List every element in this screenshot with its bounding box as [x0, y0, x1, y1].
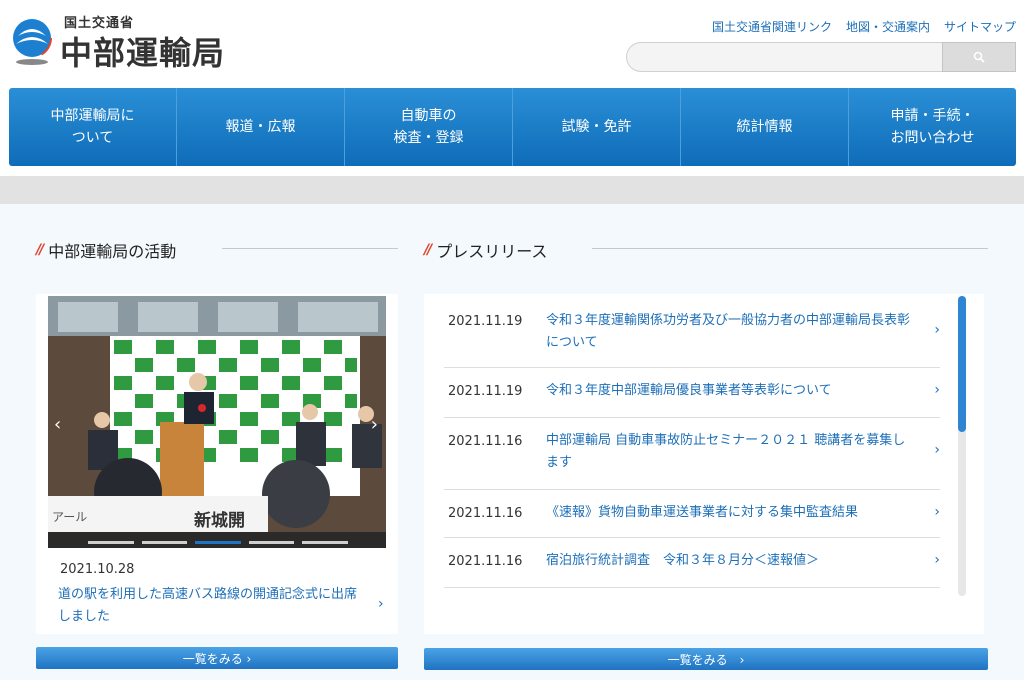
press-item[interactable]: 2021.11.16 宿泊旅行統計調査 令和３年８月分＜速報値＞ ›	[444, 538, 940, 588]
press-link[interactable]: 中部運輸局 自動車事故防止セミナー２０２１ 聴講者を募集します	[546, 430, 916, 474]
chevron-right-icon: ›	[934, 504, 940, 520]
press-link[interactable]: 令和３年度運輸関係功労者及び一般協力者の中部運輸局長表彰について	[546, 310, 916, 354]
utility-links: 国土交通省関連リンク 地図・交通案内 サイトマップ	[712, 18, 1016, 35]
activities-more-button[interactable]: 一覧をみる ›	[36, 647, 398, 669]
chevron-right-icon: ›	[934, 442, 940, 458]
press-more-button[interactable]: 一覧をみる ›	[424, 648, 988, 670]
slider-dot-active[interactable]	[195, 541, 241, 544]
press-date: 2021.11.19	[448, 384, 523, 399]
nav-exams-licenses[interactable]: 試験・免許	[513, 88, 681, 166]
nav-about[interactable]: 中部運輸局に ついて	[9, 88, 177, 166]
slider-next-icon[interactable]: ›	[371, 414, 378, 435]
photo-sign-left: アール	[52, 510, 88, 524]
press-link[interactable]: 《速報》貨物自動車運送事業者に対する集中監査結果	[546, 502, 916, 524]
activity-photo-slider[interactable]: アール 新城開 ‹ ›	[48, 296, 386, 548]
util-link-access[interactable]: 地図・交通案内	[846, 18, 930, 35]
press-title: プレスリリース	[436, 242, 548, 261]
activities-heading: // 中部運輸局の活動	[36, 238, 176, 262]
press-heading: // プレスリリース	[424, 238, 547, 262]
activity-title-link[interactable]: 道の駅を利用した高速バス路線の開通記念式に出席しました	[58, 584, 364, 628]
slider-dot[interactable]	[141, 541, 188, 544]
divider-band	[0, 176, 1024, 204]
heading-slash-icon: //	[36, 242, 44, 258]
search-input[interactable]	[626, 42, 942, 72]
press-item[interactable]: 2021.11.16 中部運輸局 自動車事故防止セミナー２０２１ 聴講者を募集し…	[444, 418, 940, 490]
press-link[interactable]: 令和３年度中部運輸局優良事業者等表彰について	[546, 380, 916, 402]
search-icon	[973, 51, 985, 63]
press-date: 2021.11.16	[448, 506, 523, 521]
chevron-right-icon: ›	[934, 322, 940, 338]
press-date: 2021.11.16	[448, 434, 523, 449]
heading-slash-icon: //	[424, 242, 432, 258]
nav-press[interactable]: 報道・広報	[177, 88, 345, 166]
site-header: 国土交通省 中部運輸局 国土交通省関連リンク 地図・交通案内 サイトマップ	[0, 0, 1024, 86]
press-date: 2021.11.16	[448, 554, 523, 569]
photo-sign: 新城開	[194, 511, 245, 531]
slider-dot[interactable]	[302, 541, 348, 544]
slider-dots	[88, 541, 348, 544]
search-box	[626, 42, 1016, 72]
press-date: 2021.11.19	[448, 314, 523, 329]
chevron-right-icon: ›	[934, 382, 940, 398]
press-item[interactable]: 2021.11.19 令和３年度運輸関係功労者及び一般協力者の中部運輸局長表彰に…	[444, 296, 940, 368]
mlit-logo-icon	[12, 18, 52, 65]
slider-prev-icon[interactable]: ‹	[54, 414, 61, 435]
press-list: 2021.11.19 令和３年度運輸関係功労者及び一般協力者の中部運輸局長表彰に…	[444, 296, 940, 596]
activity-date: 2021.10.28	[60, 562, 135, 577]
activities-heading-rule	[222, 248, 398, 249]
util-link-sitemap[interactable]: サイトマップ	[944, 18, 1016, 35]
activities-title: 中部運輸局の活動	[48, 242, 177, 261]
press-heading-rule	[592, 248, 988, 249]
press-link[interactable]: 宿泊旅行統計調査 令和３年８月分＜速報値＞	[546, 550, 916, 572]
press-scrollbar-thumb[interactable]	[958, 296, 966, 432]
press-item[interactable]: 2021.11.16 《速報》貨物自動車運送事業者に対する集中監査結果 ›	[444, 490, 940, 538]
search-button[interactable]	[942, 42, 1016, 72]
chevron-right-icon: ›	[378, 596, 384, 612]
nav-statistics[interactable]: 統計情報	[681, 88, 849, 166]
nav-applications-contact[interactable]: 申請・手続・ お問い合わせ	[849, 88, 1016, 166]
slider-dot[interactable]	[88, 541, 134, 544]
office-name: 中部運輸局	[60, 34, 226, 72]
press-item[interactable]: 2021.11.19 令和３年度中部運輸局優良事業者等表彰について ›	[444, 368, 940, 418]
site-logo[interactable]: 国土交通省 中部運輸局	[10, 12, 250, 72]
util-link-related[interactable]: 国土交通省関連リンク	[712, 18, 832, 35]
press-scrollbar[interactable]	[958, 296, 966, 596]
chevron-right-icon: ›	[934, 552, 940, 568]
slider-dot[interactable]	[248, 541, 295, 544]
nav-vehicle-inspection[interactable]: 自動車の 検査・登録	[345, 88, 513, 166]
global-nav: 中部運輸局に ついて 報道・広報 自動車の 検査・登録 試験・免許 統計情報 申…	[9, 88, 1016, 166]
